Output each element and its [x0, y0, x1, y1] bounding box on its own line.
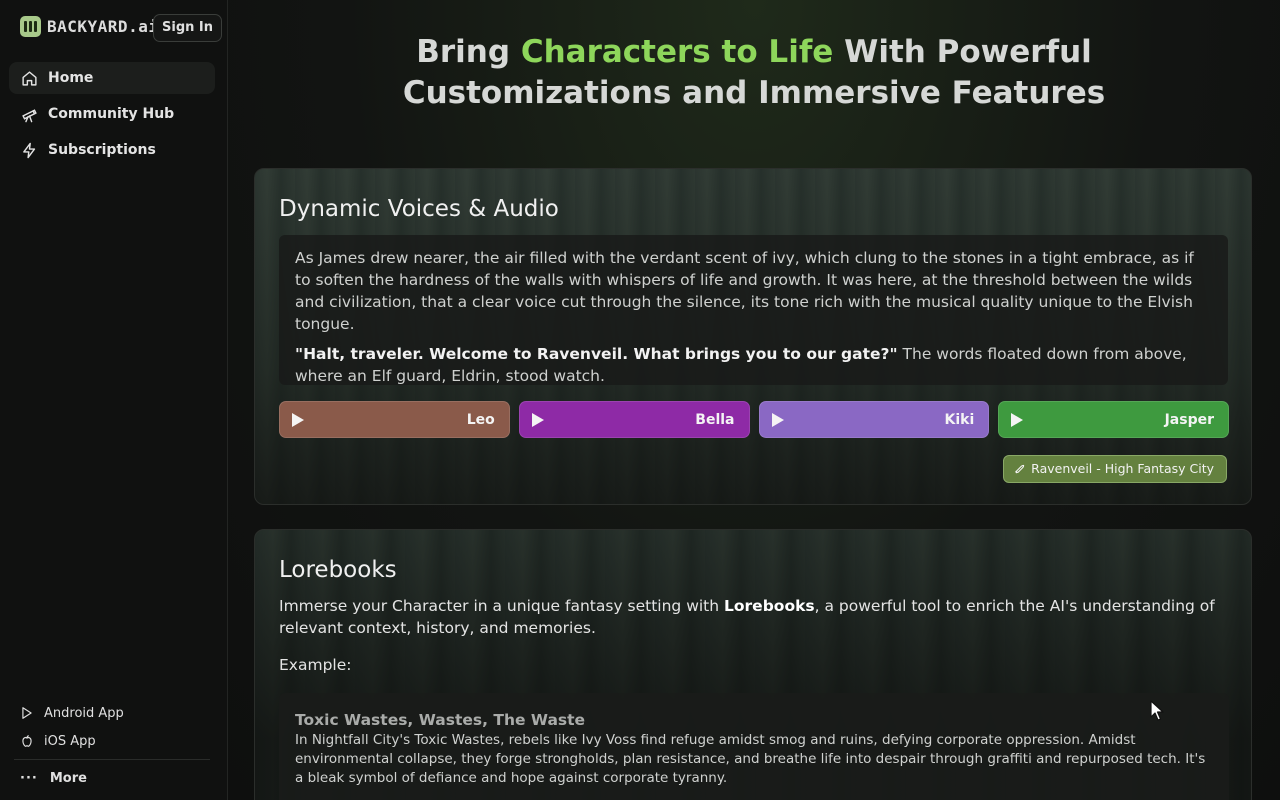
lore-entry-text: In Nightfall City's Toxic Wastes, rebels…: [295, 732, 1206, 786]
setting-tag[interactable]: Ravenveil - High Fantasy City: [1003, 455, 1227, 483]
title-pre: Bring: [416, 34, 521, 70]
logo-icon: [20, 16, 41, 37]
voice-name: Jasper: [1164, 411, 1214, 428]
voice-name: Bella: [695, 411, 735, 428]
title-highlight: Characters to Life: [520, 34, 834, 70]
voice-button-leo[interactable]: Leo: [279, 401, 510, 438]
android-app-link[interactable]: Android App: [14, 699, 210, 727]
page-title: Bring Characters to Life With Powerful C…: [228, 32, 1280, 114]
story-excerpt: As James drew nearer, the air filled wit…: [279, 235, 1228, 385]
example-label: Example:: [279, 656, 352, 674]
brand-logo[interactable]: BACKYARD.ai: [20, 16, 158, 37]
setting-tag-label: Ravenveil - High Fantasy City: [1031, 461, 1214, 476]
mouse-cursor-icon: [1150, 700, 1164, 721]
sidebar-item-label: Subscriptions: [48, 142, 156, 158]
more-label: More: [49, 770, 87, 786]
rocket-icon: [1015, 464, 1025, 473]
play-icon: [292, 412, 304, 427]
desc-pre: Immerse your Character in a unique fanta…: [279, 597, 725, 615]
more-button[interactable]: ··· More: [14, 766, 210, 790]
sign-in-button[interactable]: Sign In: [153, 14, 222, 42]
brand-name: BACKYARD.ai: [47, 17, 159, 36]
sidebar-item-community-hub[interactable]: Community Hub: [9, 98, 215, 130]
sidebar-nav: Home Community Hub Subscriptions: [9, 62, 215, 170]
voice-button-kiki[interactable]: Kiki: [758, 401, 990, 438]
sidebar-item-home[interactable]: Home: [9, 62, 215, 94]
play-icon: [771, 412, 784, 427]
voice-name: Kiki: [944, 411, 975, 428]
voice-button-bella[interactable]: Bella: [518, 401, 750, 438]
play-store-icon: [22, 707, 32, 719]
lorebooks-card: Lorebooks Immerse your Character in a un…: [254, 529, 1252, 800]
voice-name: Leo: [466, 411, 495, 428]
lore-entry-title: Toxic Wastes, Wastes, The Waste: [295, 711, 586, 729]
voices-card-title: Dynamic Voices & Audio: [279, 196, 559, 222]
ios-app-label: iOS App: [44, 733, 96, 749]
title-post: With Powerful: [833, 34, 1092, 70]
home-icon: [22, 70, 37, 86]
ellipsis-icon: ···: [20, 770, 38, 786]
main-content: Bring Characters to Life With Powerful C…: [228, 0, 1280, 800]
play-icon: [531, 412, 544, 427]
sidebar-footer: Android App iOS App ··· More: [14, 699, 210, 790]
ios-app-link[interactable]: iOS App: [14, 727, 210, 755]
play-icon: [1011, 412, 1024, 427]
sidebar-item-label: Home: [48, 70, 94, 86]
story-paragraph: As James drew nearer, the air filled wit…: [295, 249, 1194, 333]
sidebar: BACKYARD.ai Sign In Home Community Hub S…: [0, 0, 228, 800]
sidebar-item-subscriptions[interactable]: Subscriptions: [9, 134, 215, 166]
title-line2: Customizations and Immersive Features: [402, 75, 1106, 111]
voice-buttons: Leo Bella Kiki Jasper: [279, 401, 1229, 438]
story-quote: "Halt, traveler. Welcome to Ravenveil. W…: [295, 345, 898, 363]
lorebooks-description: Immerse your Character in a unique fanta…: [279, 595, 1229, 639]
lightning-icon: [23, 142, 36, 158]
divider: [14, 759, 210, 760]
lorebooks-card-title: Lorebooks: [279, 557, 397, 583]
voices-card: Dynamic Voices & Audio As James drew nea…: [254, 168, 1252, 505]
telescope-icon: [22, 108, 37, 122]
desc-bold: Lorebooks: [724, 597, 815, 615]
sidebar-item-label: Community Hub: [48, 106, 175, 122]
apple-icon: [22, 735, 32, 747]
android-app-label: Android App: [44, 705, 124, 721]
lore-entry: Toxic Wastes, Wastes, The Waste In Night…: [279, 693, 1229, 800]
voice-button-jasper[interactable]: Jasper: [998, 401, 1229, 438]
